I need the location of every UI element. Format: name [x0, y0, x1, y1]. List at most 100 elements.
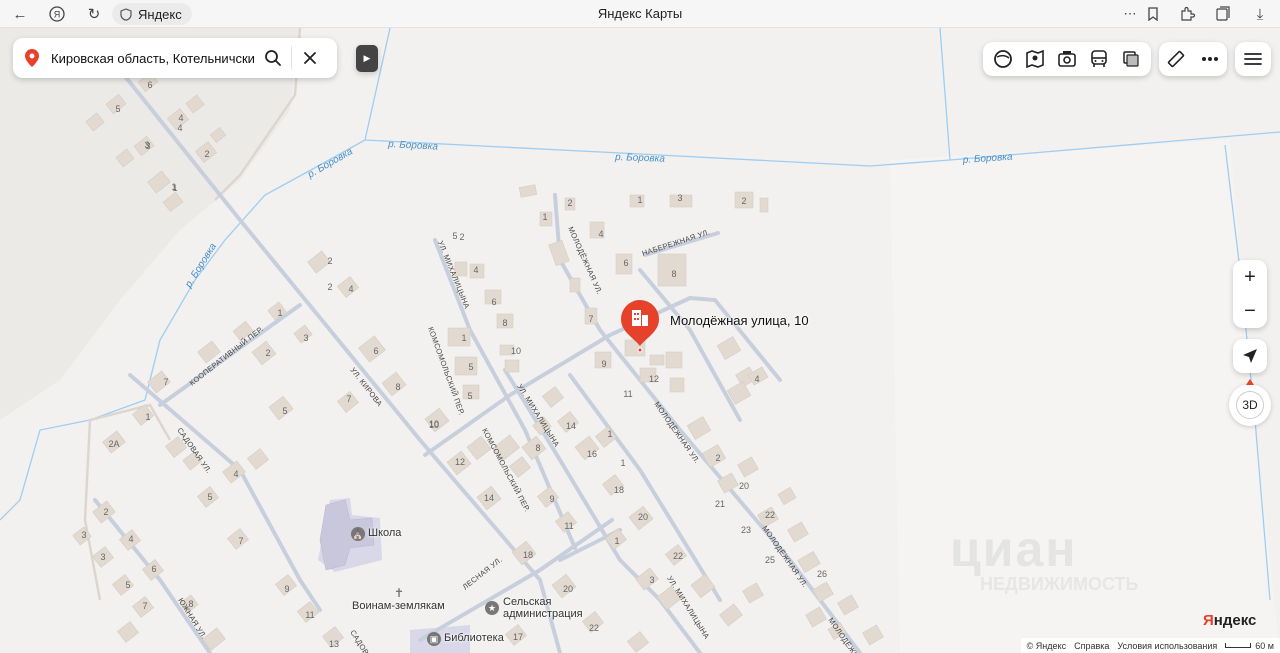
svg-text:14: 14	[484, 493, 494, 503]
3d-label: 3D	[1236, 391, 1264, 419]
svg-text:ЛЕСНАЯ УЛ.: ЛЕСНАЯ УЛ.	[461, 555, 504, 592]
svg-text:1: 1	[171, 182, 176, 192]
more-icon[interactable]: ⋯	[1120, 4, 1140, 24]
svg-text:3: 3	[303, 333, 308, 343]
svg-text:1: 1	[620, 458, 625, 468]
map-footer: © Яндекс Справка Условия использования 6…	[1020, 638, 1280, 653]
watermark-sub: НЕДВИЖИМОСТЬ	[980, 574, 1139, 594]
more-tools-icon[interactable]	[1196, 45, 1224, 73]
administration-icon[interactable]: ★	[485, 601, 499, 615]
school-icon[interactable]: ⛪	[351, 527, 365, 541]
svg-text:6: 6	[147, 80, 152, 90]
svg-text:8: 8	[535, 443, 540, 453]
svg-text:7: 7	[142, 601, 147, 611]
main-menu-button[interactable]	[1235, 42, 1271, 76]
brand-text: ндекс	[1213, 612, 1257, 629]
memorial-icon[interactable]: ✝	[392, 586, 406, 600]
yandex-browser-icon[interactable]: Я	[47, 4, 67, 24]
svg-text:2: 2	[459, 232, 464, 242]
svg-text:4: 4	[233, 469, 238, 479]
svg-text:10: 10	[429, 420, 439, 430]
svg-text:1: 1	[542, 212, 547, 222]
svg-text:КООПЕРАТИВНЫЙ ПЕР.: КООПЕРАТИВНЫЙ ПЕР.	[188, 324, 265, 387]
back-arrow-icon[interactable]: ←	[10, 4, 30, 24]
svg-text:2: 2	[715, 453, 720, 463]
help-link[interactable]: Справка	[1074, 641, 1109, 651]
svg-text:2: 2	[103, 507, 108, 517]
svg-text:5: 5	[452, 231, 457, 241]
satellite-layer-icon[interactable]	[989, 45, 1017, 73]
svg-text:р. Боровка: р. Боровка	[305, 146, 355, 181]
svg-text:16: 16	[587, 449, 597, 459]
svg-text:2: 2	[327, 282, 332, 292]
svg-text:11: 11	[623, 389, 632, 399]
svg-text:6: 6	[151, 564, 156, 574]
svg-text:1: 1	[277, 308, 282, 318]
svg-text:2A: 2A	[108, 439, 119, 449]
map-canvas[interactable]: 6 5 4 3 2 1 2 1 4 3 2 1 4 5 6 8 2 4 6 8 …	[0, 28, 1280, 653]
poi-memorial[interactable]: Воинам-землякам	[352, 600, 445, 612]
svg-text:1: 1	[637, 195, 642, 205]
svg-text:4: 4	[754, 374, 759, 384]
svg-text:20: 20	[739, 481, 749, 491]
svg-text:13: 13	[329, 639, 339, 649]
svg-text:26: 26	[817, 569, 827, 579]
collapse-panel-button[interactable]: ▶	[356, 45, 378, 72]
reload-icon[interactable]: ↻	[84, 4, 104, 24]
stream-ne	[939, 28, 951, 161]
extensions-icon[interactable]	[1177, 4, 1197, 24]
photo-layer-icon[interactable]	[1053, 45, 1081, 73]
svg-text:6: 6	[373, 346, 378, 356]
poi-administration-line2[interactable]: администрация	[503, 608, 583, 620]
poi-administration-line1[interactable]: Сельская	[503, 596, 551, 608]
svg-text:САДОВ: САДОВ	[348, 628, 370, 653]
terms-link[interactable]: Условия использования	[1117, 641, 1217, 651]
svg-text:17: 17	[513, 632, 523, 642]
search-input[interactable]: Кировская область, Котельничский р	[51, 51, 255, 66]
close-icon[interactable]	[292, 38, 328, 78]
svg-text:3: 3	[100, 552, 105, 562]
svg-text:10: 10	[511, 346, 521, 356]
road-molodezhnaya	[598, 328, 862, 653]
search-icon[interactable]	[255, 38, 291, 78]
copyright: © Яндекс	[1026, 640, 1067, 651]
scale-label: 60 м	[1255, 640, 1274, 651]
svg-text:3: 3	[145, 141, 150, 151]
compass-north-icon	[1246, 379, 1254, 385]
bookmark-icon[interactable]	[1143, 4, 1163, 24]
poi-school[interactable]: Школа	[368, 527, 401, 539]
zoom-in-button[interactable]: +	[1233, 260, 1267, 294]
svg-text:4: 4	[348, 284, 353, 294]
collections-icon[interactable]	[1213, 4, 1233, 24]
svg-text:5: 5	[467, 391, 472, 401]
3d-toggle-button[interactable]: 3D	[1229, 384, 1271, 426]
svg-text:6: 6	[623, 258, 628, 268]
svg-text:9: 9	[284, 584, 289, 594]
svg-text:11: 11	[305, 610, 314, 620]
svg-text:25: 25	[765, 555, 775, 565]
svg-text:5: 5	[115, 104, 120, 114]
poi-library[interactable]: Библиотека	[444, 632, 504, 644]
svg-text:18: 18	[614, 485, 624, 495]
svg-text:р. Боровка: р. Боровка	[183, 241, 219, 290]
svg-text:11: 11	[564, 521, 573, 531]
svg-text:7: 7	[163, 377, 168, 387]
tools-panel	[1159, 42, 1227, 76]
transit-layer-icon[interactable]	[1085, 45, 1113, 73]
library-icon[interactable]: ▣	[427, 632, 441, 646]
site-address-pill[interactable]: Яндекс	[112, 3, 192, 25]
map-graphics: 6 5 4 3 2 1 2 1 4 3 2 1 4 5 6 8 2 4 6 8 …	[0, 28, 1280, 653]
location-pin-icon	[13, 38, 51, 78]
svg-text:5: 5	[468, 362, 473, 372]
svg-text:НАБЕРЕЖНАЯ УЛ.: НАБЕРЕЖНАЯ УЛ.	[641, 227, 711, 257]
traffic-layer-icon[interactable]	[1117, 45, 1145, 73]
svg-text:4: 4	[473, 265, 478, 275]
svg-text:1: 1	[461, 333, 466, 343]
zoom-out-button[interactable]: −	[1233, 294, 1267, 328]
ruler-icon[interactable]	[1162, 45, 1190, 73]
svg-text:4: 4	[598, 229, 603, 239]
place-label[interactable]: Молодёжная улица, 10	[670, 313, 809, 328]
panorama-layer-icon[interactable]	[1021, 45, 1049, 73]
download-icon[interactable]: ⤓	[1250, 4, 1270, 24]
my-location-button[interactable]	[1233, 339, 1267, 373]
